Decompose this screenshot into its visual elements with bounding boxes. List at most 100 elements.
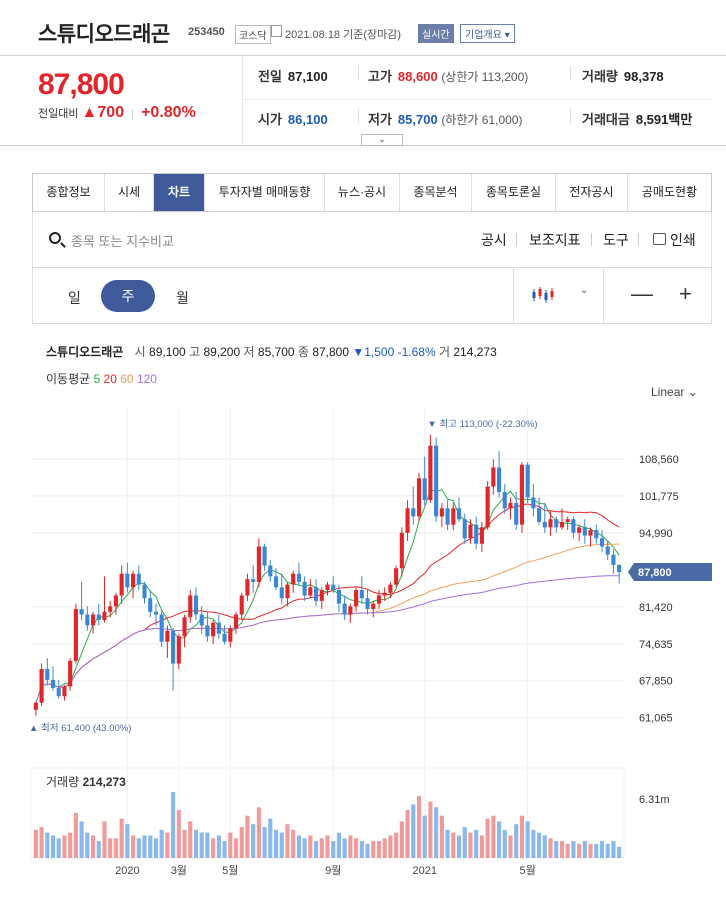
volume-bar — [314, 841, 319, 858]
volume-bar — [331, 841, 336, 858]
volume-bar — [108, 838, 113, 858]
candlestick-type-icon[interactable] — [531, 285, 555, 305]
tab-overview[interactable]: 종합정보 — [33, 174, 105, 211]
volume-bar — [376, 841, 382, 858]
period-day[interactable]: 일 — [68, 288, 81, 308]
change-label: 전일대비 — [38, 108, 79, 120]
volume-bar — [251, 824, 256, 858]
zoom-in-button[interactable]: + — [679, 281, 692, 307]
volume-bar — [56, 838, 61, 858]
candle-body — [485, 486, 490, 528]
volume-bar — [176, 810, 181, 858]
tools-button[interactable]: 도구 — [603, 230, 629, 250]
volume-bar — [268, 818, 273, 858]
volume-bar — [319, 838, 324, 858]
volume-bar — [90, 835, 96, 858]
indicators-button[interactable]: 보조지표 — [529, 230, 581, 250]
x-tick-label: 5월 — [520, 864, 536, 877]
candle-body — [319, 590, 324, 601]
volume-bar — [394, 832, 399, 858]
volume-bar — [222, 841, 227, 858]
period-month[interactable]: 월 — [176, 288, 189, 308]
search-icon[interactable] — [49, 232, 61, 244]
volume-bar — [588, 843, 593, 858]
print-button[interactable]: 인쇄 — [670, 230, 696, 250]
volume-bar — [136, 838, 141, 858]
volume-bar — [428, 801, 433, 858]
volume-bar — [348, 835, 353, 858]
candle-body — [119, 573, 124, 596]
max-price-label: ▼ 최고 113,000 (-22.30%) — [427, 419, 537, 430]
candle-body — [256, 546, 261, 582]
candle-body — [371, 603, 376, 610]
disclosure-button[interactable]: 공시 — [481, 230, 507, 250]
realtime-button[interactable]: 실시간 — [418, 24, 454, 43]
volume-bar — [456, 835, 462, 858]
candle-body — [605, 546, 610, 555]
candle-body — [611, 554, 616, 565]
chevron-down-icon[interactable]: ⌄ — [580, 285, 588, 296]
volume-bar — [519, 815, 524, 858]
low-price: 저가 85,700 (하한가 61,000) — [368, 112, 523, 127]
candle-body — [85, 614, 90, 626]
tab-investor-trends[interactable]: 투자자별 매매동향 — [205, 174, 325, 211]
volume-bar — [291, 829, 296, 858]
candle-body — [308, 587, 313, 596]
candle-body — [571, 519, 576, 533]
candle-body — [617, 564, 622, 573]
volume-bar — [582, 841, 587, 858]
candle-body — [96, 614, 101, 620]
moving-average-legend: 이동평균 5 20 60 120 — [46, 372, 157, 386]
stock-code: 253450 — [188, 26, 225, 38]
volume-bar — [211, 838, 216, 858]
volume-bar — [411, 804, 416, 858]
candle-body — [131, 573, 136, 588]
candle-body — [479, 527, 484, 544]
candle-body — [239, 595, 244, 615]
up-arrow-icon: ▲ — [81, 104, 98, 121]
candle-body — [348, 606, 353, 615]
price-panel — [31, 413, 624, 730]
zoom-out-button[interactable]: — — [631, 281, 653, 307]
x-tick-label: 5월 — [222, 864, 238, 877]
tab-discussion[interactable]: 종목토론실 — [472, 174, 556, 211]
volume-bar — [479, 835, 484, 858]
candle-body — [325, 584, 330, 591]
company-overview-dropdown[interactable]: 기업개요 ▾ — [460, 24, 515, 43]
expand-toggle-button[interactable]: ⌄ — [361, 134, 403, 146]
period-week[interactable]: 주 — [101, 280, 155, 312]
volume-bar — [245, 815, 250, 858]
candle-body — [468, 524, 473, 539]
price-chart[interactable]: 108,560 101,775 94,990 81,420 74,635 67,850 61… — [0, 395, 726, 895]
volume-bar — [485, 818, 490, 858]
tab-short-selling[interactable]: 공매도현황 — [628, 174, 711, 211]
compare-search-input[interactable]: 종목 또는 지수비교 — [71, 231, 174, 250]
tab-analysis[interactable]: 종목분석 — [400, 174, 472, 211]
candle-body — [142, 584, 147, 599]
candle-body — [508, 502, 513, 509]
volume-bar — [605, 843, 610, 858]
tab-bar: 종합정보 시세 차트 투자자별 매매동향 뉴스·공시 종목분석 종목토론실 전자… — [32, 173, 712, 212]
print-icon[interactable] — [653, 233, 666, 245]
volume-bar — [279, 832, 284, 858]
candle-body — [108, 606, 113, 612]
tab-chart[interactable]: 차트 — [154, 174, 205, 211]
tab-quotes[interactable]: 시세 — [105, 174, 154, 211]
open-price: 시가 86,100 — [258, 112, 328, 127]
candle-body — [542, 521, 547, 528]
volume-bar — [302, 838, 307, 858]
candle-body — [165, 630, 170, 642]
calendar-icon — [271, 25, 282, 37]
volume-bar — [342, 838, 347, 858]
volume-bar — [422, 815, 427, 858]
tab-news[interactable]: 뉴스·공시 — [325, 174, 400, 211]
volume-bar — [336, 832, 341, 858]
prev-close: 전일 87,100 — [258, 69, 328, 84]
tab-disclosure[interactable]: 전자공시 — [556, 174, 628, 211]
candle-body — [205, 625, 210, 637]
candle-body — [33, 702, 38, 710]
candle-body — [382, 592, 387, 596]
y-tick-label: 74,635 — [639, 639, 673, 651]
volume-bar — [594, 843, 599, 858]
volume-bar — [148, 835, 153, 858]
